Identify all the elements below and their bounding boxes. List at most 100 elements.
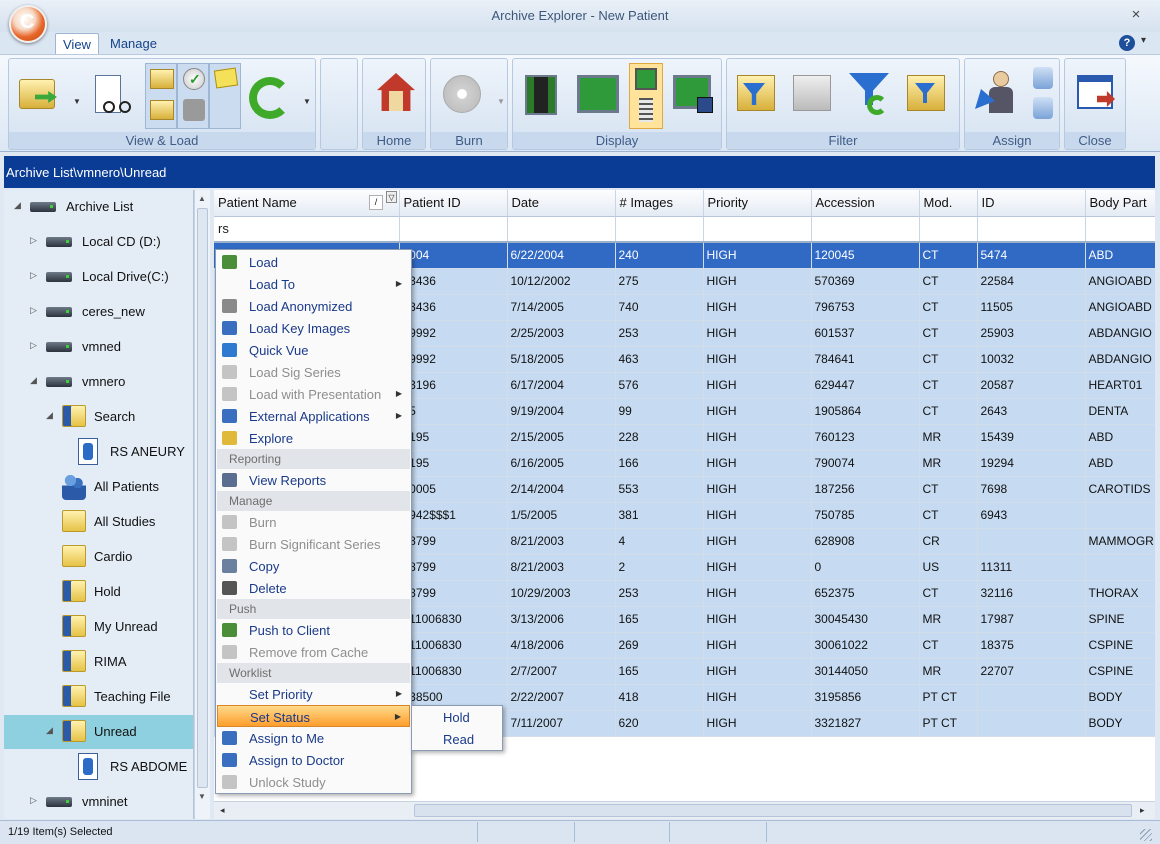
column-filter-icon[interactable]: ▽ xyxy=(386,191,397,203)
column-header[interactable]: Mod. xyxy=(919,190,978,217)
tree-node[interactable]: Cardio xyxy=(4,540,193,574)
close-window-button[interactable]: × xyxy=(1128,6,1144,24)
display-save-button[interactable] xyxy=(671,67,717,127)
menu-item-load-key-images[interactable]: Load Key Images xyxy=(217,317,410,339)
column-header[interactable]: Priority xyxy=(703,190,812,217)
expand-toggle-icon[interactable]: ◢ xyxy=(14,200,21,211)
expand-toggle-icon[interactable]: ◢ xyxy=(46,410,53,421)
column-header[interactable]: Patient Name / ▽ xyxy=(214,190,400,217)
tree-node[interactable]: Hold xyxy=(4,575,193,609)
menu-item-load-anonymized[interactable]: Load Anonymized xyxy=(217,295,410,317)
load-button[interactable]: ▼ xyxy=(15,67,81,127)
display-single-button[interactable] xyxy=(521,67,561,127)
tree-node[interactable]: ◢ vmnero xyxy=(4,365,193,399)
tree-node[interactable]: My Unread xyxy=(4,610,193,644)
menu-item-quick-vue[interactable]: Quick Vue xyxy=(217,339,410,361)
filter-cell[interactable] xyxy=(703,216,812,243)
view-reports-button[interactable] xyxy=(89,67,139,127)
tree-node[interactable]: ▷ ceres_new xyxy=(4,295,193,329)
tree-scrollbar[interactable]: ▲ ▼ xyxy=(194,190,210,819)
menu-item-load[interactable]: Load xyxy=(217,251,410,273)
grid-horizontal-scrollbar[interactable]: ◂ ▸ xyxy=(214,801,1155,819)
tree-node[interactable]: ▷ Local Drive(C:) xyxy=(4,260,193,294)
column-header[interactable]: Date xyxy=(507,190,616,217)
tree-node[interactable]: Teaching File xyxy=(4,680,193,714)
menu-item-set-status[interactable]: Set Status ▶ xyxy=(217,705,410,727)
tab-view[interactable]: View xyxy=(55,33,99,54)
checkmark-icon[interactable]: ✓ xyxy=(183,68,205,90)
resize-grip-icon[interactable] xyxy=(1140,829,1152,841)
column-header[interactable]: Body Part xyxy=(1085,190,1155,217)
tree-node[interactable]: All Patients xyxy=(4,470,193,504)
grid-scroll-thumb[interactable] xyxy=(414,804,1132,817)
tree-node[interactable]: RIMA xyxy=(4,645,193,679)
filter-cell[interactable] xyxy=(399,216,508,243)
load-dropdown-icon[interactable]: ▼ xyxy=(73,97,81,106)
filter-cell[interactable] xyxy=(507,216,616,243)
tree-node[interactable]: RS ANEURY xyxy=(4,435,193,469)
column-header[interactable]: ID xyxy=(977,190,1086,217)
assign-to-doctor-icon[interactable] xyxy=(1033,97,1053,119)
submenu-item-hold[interactable]: Hold xyxy=(443,710,470,725)
submenu-item-read[interactable]: Read xyxy=(443,732,474,747)
sort-indicator-icon[interactable]: / xyxy=(369,195,383,210)
menu-item-external-applications[interactable]: External Applications ▶ xyxy=(217,405,410,427)
filter-cell[interactable] xyxy=(977,216,1086,243)
menu-item-copy[interactable]: Copy xyxy=(217,555,410,577)
filter-cell[interactable] xyxy=(811,216,920,243)
scroll-left-icon[interactable]: ◂ xyxy=(220,805,225,816)
menu-item-delete[interactable]: Delete xyxy=(217,577,410,599)
menu-item-view-reports[interactable]: View Reports xyxy=(217,469,410,491)
menu-item-load-to[interactable]: Load To ▶ xyxy=(217,273,410,295)
filter-cell[interactable] xyxy=(615,216,704,243)
expand-toggle-icon[interactable]: ◢ xyxy=(30,375,37,386)
tree-node[interactable]: ◢ Search xyxy=(4,400,193,434)
tree-node[interactable]: RS ABDOME xyxy=(4,750,193,784)
expand-toggle-icon[interactable]: ▷ xyxy=(30,270,37,281)
menu-item-set-priority[interactable]: Set Priority ▶ xyxy=(217,683,410,705)
explore-search-folder-icon[interactable] xyxy=(150,100,174,120)
display-layout-button[interactable] xyxy=(629,63,663,129)
column-header[interactable]: Accession xyxy=(811,190,920,217)
expand-toggle-icon[interactable]: ▷ xyxy=(30,795,37,806)
help-dropdown-icon[interactable]: ▾ xyxy=(1141,35,1146,46)
help-icon[interactable]: ? xyxy=(1119,35,1135,51)
column-header[interactable]: Patient ID xyxy=(399,190,508,217)
assign-to-me-icon[interactable] xyxy=(1033,67,1053,89)
tree-node[interactable]: ▷ Local CD (D:) xyxy=(4,225,193,259)
expand-toggle-icon[interactable]: ◢ xyxy=(46,725,53,736)
menu-item-assign-to-doctor[interactable]: Assign to Doctor xyxy=(217,749,410,771)
scroll-right-icon[interactable]: ▸ xyxy=(1140,805,1145,816)
menu-item-assign-to-me[interactable]: Assign to Me xyxy=(217,727,410,749)
menu-item-explore[interactable]: Explore xyxy=(217,427,410,449)
menu-item-push-to-client[interactable]: Push to Client xyxy=(217,619,410,641)
tab-manage[interactable]: Manage xyxy=(103,33,164,54)
tree-node[interactable]: All Studies xyxy=(4,505,193,539)
refresh-button[interactable]: ▼ xyxy=(245,67,311,127)
filter-cell[interactable] xyxy=(919,216,978,243)
tree-node[interactable]: ◢ Unread xyxy=(4,715,193,749)
column-header[interactable]: # Images xyxy=(615,190,704,217)
tree-scroll-thumb[interactable] xyxy=(197,208,208,788)
home-button[interactable] xyxy=(371,67,419,127)
tree-node[interactable]: ▷ vmned xyxy=(4,330,193,364)
app-logo-icon[interactable]: C xyxy=(9,5,47,43)
assign-button[interactable] xyxy=(971,67,1027,127)
expand-toggle-icon[interactable]: ▷ xyxy=(30,235,37,246)
display-dual-button[interactable] xyxy=(573,67,621,127)
refresh-dropdown-icon[interactable]: ▼ xyxy=(303,97,311,106)
expand-toggle-icon[interactable]: ▷ xyxy=(30,305,37,316)
explore-folder-icon[interactable] xyxy=(150,69,174,89)
scroll-down-icon[interactable]: ▼ xyxy=(198,792,206,801)
tree-node[interactable]: ▷ vmninet xyxy=(4,785,193,819)
expand-toggle-icon[interactable]: ▷ xyxy=(30,340,37,351)
tree-node[interactable]: ◢ Archive List xyxy=(4,190,193,224)
key-notes-icon[interactable] xyxy=(213,67,239,89)
filter-save-button[interactable] xyxy=(733,67,783,127)
filter-refresh-button[interactable] xyxy=(845,67,895,127)
scroll-up-icon[interactable]: ▲ xyxy=(198,194,206,203)
filter-query-button[interactable] xyxy=(903,67,953,127)
anonymous-user-icon[interactable] xyxy=(183,99,205,121)
filter-cell[interactable]: rs xyxy=(214,216,400,243)
filter-cell[interactable] xyxy=(1085,216,1155,243)
